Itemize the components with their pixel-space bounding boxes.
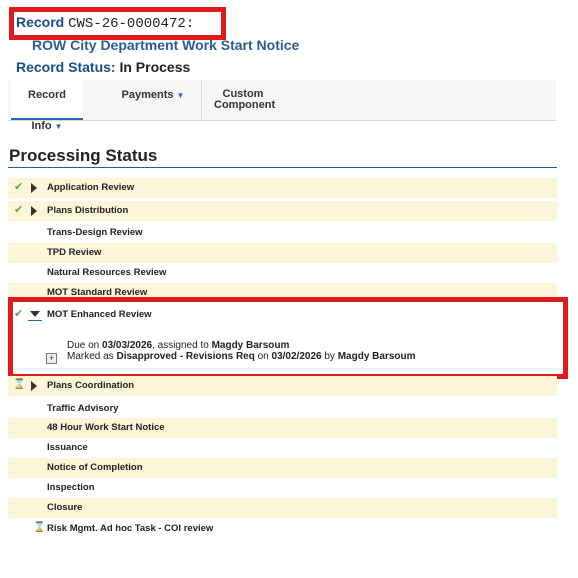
task-row: Trans-Design Review [8,223,557,243]
task-label[interactable]: Plans Distribution [47,205,128,216]
section-divider [8,167,557,168]
checkmark-icon: ✔ [14,204,24,216]
hourglass-icon: ⌛ [13,379,26,390]
tab-custom-component[interactable]: Custom Component [198,89,288,111]
highlight-box-record [9,7,226,40]
tab-custom-component-label: Custom Component [214,88,276,111]
tab-payments[interactable]: Payments ▼ [118,80,188,111]
task-row: Natural Resources Review [8,263,557,283]
task-row: Issuance [8,438,557,458]
chevron-down-icon: ▼ [176,91,185,100]
record-status-value: In Process [119,59,191,75]
hourglass-icon: ⌛ [33,522,46,533]
tab-record-info[interactable]: Record Info ▼ [11,80,83,132]
task-label: Trans-Design Review [47,227,143,238]
record-status: Record Status: In Process [16,59,190,75]
task-row: Notice of Completion [8,458,557,478]
task-row[interactable]: ⌛ Plans Coordination [8,376,557,396]
tab-bar: Record Info ▼ Payments ▼ Custom Component [8,80,556,132]
page-title: ROW City Department Work Start Notice [32,37,300,53]
highlight-box-task [8,297,568,379]
task-label: 48 Hour Work Start Notice [47,422,165,433]
task-label: Closure [47,502,83,513]
checkmark-icon: ✔ [14,181,24,193]
task-row: Inspection [8,478,557,498]
task-label: TPD Review [47,247,102,258]
task-label[interactable]: Plans Coordination [47,380,134,391]
task-label[interactable]: Application Review [47,182,134,193]
task-row: Traffic Advisory [8,399,557,419]
task-row: Closure [8,498,557,518]
section-title: Processing Status [9,146,158,165]
adhoc-task-label: Risk Mgmt. Ad hoc Task - COI review [47,523,214,534]
task-label: Inspection [47,482,95,493]
expand-arrow-icon[interactable] [31,206,37,216]
task-row: TPD Review [8,243,557,263]
task-label: Natural Resources Review [47,267,167,278]
tab-payments-label: Payments [121,89,174,101]
task-label: Notice of Completion [47,462,143,473]
task-row[interactable]: ✔ Plans Distribution [8,201,557,221]
expand-arrow-icon[interactable] [31,381,37,391]
record-status-label: Record Status: [16,59,116,75]
task-row: 48 Hour Work Start Notice [8,418,557,438]
chevron-down-icon: ▼ [54,122,63,131]
task-label: Issuance [47,442,88,453]
expand-arrow-icon[interactable] [31,183,37,193]
task-row[interactable]: ✔ Application Review [8,178,557,198]
task-label: Traffic Advisory [47,403,119,414]
